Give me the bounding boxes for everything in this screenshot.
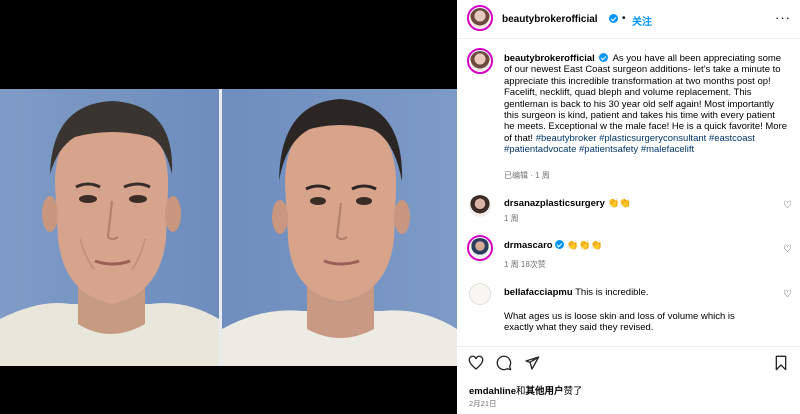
comment-username[interactable]: drmascaro xyxy=(504,240,553,251)
comment-3: bellafacciapmu This is incredible. xyxy=(504,287,649,298)
heart-icon[interactable] xyxy=(468,355,484,371)
share-icon[interactable] xyxy=(524,355,540,371)
comment-text: 👏👏 xyxy=(607,198,632,209)
likes-user[interactable]: emdahline xyxy=(469,386,516,397)
comment-meta: 1 周 18次赞 xyxy=(504,260,546,269)
hashtag-link[interactable]: #patientadvocate xyxy=(504,144,576,155)
verified-badge-icon xyxy=(609,14,618,23)
comment-text-continued: What ages us is loose skin and loss of v… xyxy=(504,311,735,334)
caption-username[interactable]: beautybrokerofficial xyxy=(504,53,595,64)
like-comment-heart-icon[interactable]: ♡ xyxy=(783,244,792,255)
comment-1: drsanazplasticsurgery 👏👏 xyxy=(504,198,631,209)
post-header: beautybrokerofficial • 关注 ··· xyxy=(457,0,800,39)
verified-badge-icon xyxy=(555,240,565,249)
caption-body: As you have all been appreciating some o… xyxy=(504,53,788,144)
hashtag-link[interactable]: #eastcoast xyxy=(709,133,755,144)
post-date: 2月21日 xyxy=(469,399,497,408)
bookmark-icon[interactable] xyxy=(773,355,789,371)
commenter-avatar[interactable] xyxy=(469,195,491,217)
comment-username[interactable]: bellafacciapmu xyxy=(504,287,573,298)
verified-badge-icon xyxy=(599,53,609,62)
comment-text: 👏👏👏 xyxy=(566,240,603,251)
commenter-avatar[interactable] xyxy=(467,235,493,261)
like-comment-heart-icon[interactable]: ♡ xyxy=(783,200,792,211)
hashtag-link[interactable]: #beautybroker xyxy=(536,133,597,144)
commenter-avatar[interactable] xyxy=(469,283,491,305)
hashtag-link[interactable]: #plasticsurgeryconsultant xyxy=(599,133,706,144)
post-media xyxy=(0,0,457,414)
caption-avatar[interactable] xyxy=(467,48,493,74)
likes-summary: emdahline和其他用户赞了 xyxy=(469,383,583,397)
like-comment-heart-icon[interactable]: ♡ xyxy=(783,289,792,300)
after-photo xyxy=(222,89,457,366)
hashtag-link[interactable]: #patientsafety xyxy=(579,144,638,155)
likes-others[interactable]: 其他用户 xyxy=(526,386,564,397)
follow-button[interactable]: 关注 xyxy=(632,13,652,28)
author-username[interactable]: beautybrokerofficial xyxy=(502,14,598,25)
before-photo xyxy=(0,89,219,366)
author-avatar[interactable] xyxy=(467,5,493,31)
comment-2: drmascaro 👏👏👏 xyxy=(504,240,602,251)
post-detail-panel: beautybrokerofficial • 关注 ··· beautybrok… xyxy=(457,0,800,414)
comment-meta: 1 周 xyxy=(504,214,519,223)
action-bar xyxy=(457,346,800,378)
comment-text: This is incredible. xyxy=(575,287,649,298)
hashtag-link[interactable]: #malefacelift xyxy=(641,144,694,155)
post-caption: beautybrokerofficial As you have all bee… xyxy=(504,53,788,156)
caption-meta: 已编辑 · 1 周 xyxy=(504,171,550,180)
after-face-illustration xyxy=(222,99,457,366)
comment-username[interactable]: drsanazplasticsurgery xyxy=(504,198,605,209)
header-separator: • xyxy=(622,13,626,24)
before-face-illustration xyxy=(0,101,219,366)
comment-icon[interactable] xyxy=(496,355,512,371)
likes-suffix: 赞了 xyxy=(563,386,583,397)
post-photo[interactable] xyxy=(0,89,457,366)
more-options-icon[interactable]: ··· xyxy=(775,10,791,25)
likes-connector: 和 xyxy=(516,386,526,397)
